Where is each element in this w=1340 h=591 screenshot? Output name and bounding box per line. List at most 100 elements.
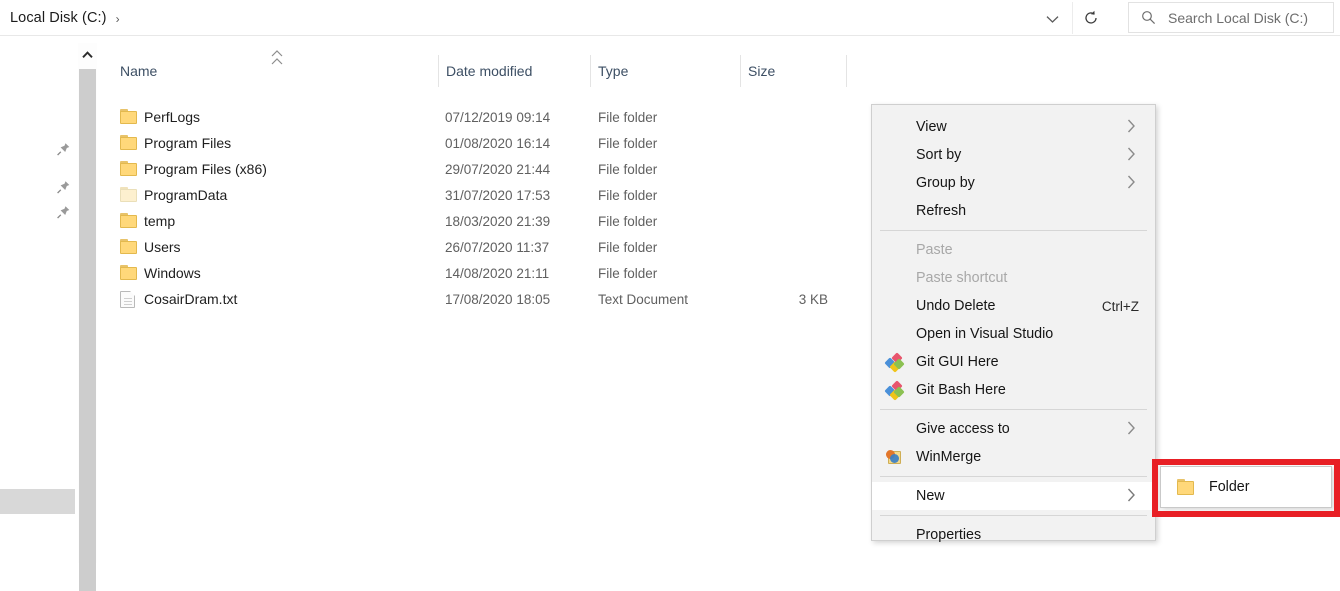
file-type: File folder [598,188,658,203]
file-date-modified: 31/07/2020 17:53 [445,188,551,203]
nav-pane-selected-item[interactable] [0,489,75,514]
menu-item-label: Group by [916,175,975,191]
menu-item-label: Refresh [916,203,967,219]
chevron-right-icon [1127,147,1141,163]
table-row[interactable]: PerfLogs 07/12/2019 09:14 File folder [98,105,858,131]
chevron-right-icon [1127,175,1141,191]
file-type: File folder [598,136,658,151]
menu-item-shortcut: Ctrl+Z [1101,298,1139,314]
folder-icon [120,135,138,152]
file-type: Text Document [598,292,689,307]
column-divider[interactable] [846,55,847,87]
chevron-right-icon [1127,488,1141,504]
navigation-pane[interactable] [0,37,78,563]
context-menu-item-view[interactable]: View [872,113,1155,141]
column-header-type[interactable]: Type [598,63,628,79]
file-date-modified: 17/08/2020 18:05 [445,292,551,307]
breadcrumb-item-local-disk[interactable]: Local Disk (C:) [10,10,107,26]
table-row[interactable]: Users 26/07/2020 11:37 File folder [98,235,858,261]
context-menu-item-properties[interactable]: Properties [872,521,1155,549]
git-icon [884,352,905,373]
pin-icon[interactable] [55,204,72,221]
search-icon [1142,11,1156,25]
context-menu-item-undo-delete[interactable]: Undo Delete Ctrl+Z [872,292,1155,320]
file-date-modified: 07/12/2019 09:14 [445,110,551,125]
chevron-up-icon [82,50,93,58]
menu-item-label: Paste [916,242,953,258]
folder-icon [120,265,138,282]
menu-item-label: New [916,488,945,504]
column-divider[interactable] [438,55,439,87]
file-name: Users [144,239,181,255]
chevron-right-icon [1127,421,1141,437]
context-menu-item-group-by[interactable]: Group by [872,169,1155,197]
address-bar: Local Disk (C:) › Search Local Disk (C:) [0,0,1340,36]
column-headers: Name Date modified Type Size [98,45,858,87]
context-menu-item-winmerge[interactable]: WinMerge [872,443,1155,471]
pin-icon[interactable] [55,179,72,196]
file-date-modified: 18/03/2020 21:39 [445,214,551,229]
vertical-scrollbar[interactable] [78,43,97,591]
file-type: File folder [598,110,658,125]
column-header-date-modified[interactable]: Date modified [446,63,532,79]
context-menu-item-new[interactable]: New [872,482,1155,510]
column-divider[interactable] [590,55,591,87]
refresh-button[interactable] [1072,2,1108,34]
file-name: Program Files (x86) [144,161,267,177]
chevron-down-icon[interactable] [1040,9,1064,29]
search-placeholder: Search Local Disk (C:) [1168,9,1309,26]
column-header-name[interactable]: Name [120,63,157,79]
file-name: PerfLogs [144,109,201,125]
menu-separator [880,409,1147,410]
breadcrumb-separator-icon[interactable]: › [116,12,120,26]
menu-item-label: Git Bash Here [916,382,1006,398]
menu-item-label: WinMerge [916,449,982,465]
column-header-size[interactable]: Size [748,63,775,79]
table-row[interactable]: temp 18/03/2020 21:39 File folder [98,209,858,235]
folder-icon [1177,479,1195,497]
file-date-modified: 29/07/2020 21:44 [445,162,551,177]
file-name: ProgramData [144,187,228,203]
file-type: File folder [598,240,658,255]
file-name: temp [144,213,176,229]
menu-separator [880,476,1147,477]
context-menu: View Sort by Group by Refresh Paste Past… [871,104,1156,543]
context-menu-item-paste: Paste [872,236,1155,264]
table-row[interactable]: ProgramData 31/07/2020 17:53 File folder [98,183,858,209]
file-type: File folder [598,162,658,177]
scrollbar-thumb[interactable] [79,69,96,591]
menu-item-label: Git GUI Here [916,354,999,370]
menu-separator [880,515,1147,516]
text-document-icon [120,291,138,308]
pin-icon[interactable] [55,141,72,158]
column-divider[interactable] [740,55,741,87]
file-name: Program Files [144,135,232,151]
git-icon [884,380,905,401]
sort-ascending-icon [270,49,286,69]
context-menu-item-paste-shortcut: Paste shortcut [872,264,1155,292]
search-input[interactable]: Search Local Disk (C:) [1128,2,1334,33]
context-menu-item-git-bash-here[interactable]: Git Bash Here [872,376,1155,404]
context-menu-item-refresh[interactable]: Refresh [872,197,1155,225]
table-row[interactable]: Program Files 01/08/2020 16:14 File fold… [98,131,858,157]
file-type: File folder [598,214,658,229]
menu-item-label: Paste shortcut [916,270,1008,286]
context-menu-item-give-access-to[interactable]: Give access to [872,415,1155,443]
table-row[interactable]: Windows 14/08/2020 21:11 File folder [98,261,858,287]
menu-separator [880,230,1147,231]
context-menu-item-sort-by[interactable]: Sort by [872,141,1155,169]
context-menu-item-git-gui-here[interactable]: Git GUI Here [872,348,1155,376]
file-type: File folder [598,266,658,281]
folder-hidden-icon [120,187,138,204]
scroll-up-button[interactable] [78,43,97,66]
refresh-icon [1084,10,1097,24]
folder-icon [120,213,138,230]
table-row[interactable]: CosairDram.txt 17/08/2020 18:05 Text Doc… [98,287,858,313]
file-date-modified: 14/08/2020 21:11 [445,266,550,281]
submenu-item-folder[interactable]: Folder [1209,479,1250,495]
breadcrumb[interactable]: Local Disk (C:) › [0,3,1070,33]
folder-icon [120,109,138,126]
context-menu-item-open-in-visual-studio[interactable]: Open in Visual Studio [872,320,1155,348]
table-row[interactable]: Program Files (x86) 29/07/2020 21:44 Fil… [98,157,858,183]
folder-icon [120,239,138,256]
